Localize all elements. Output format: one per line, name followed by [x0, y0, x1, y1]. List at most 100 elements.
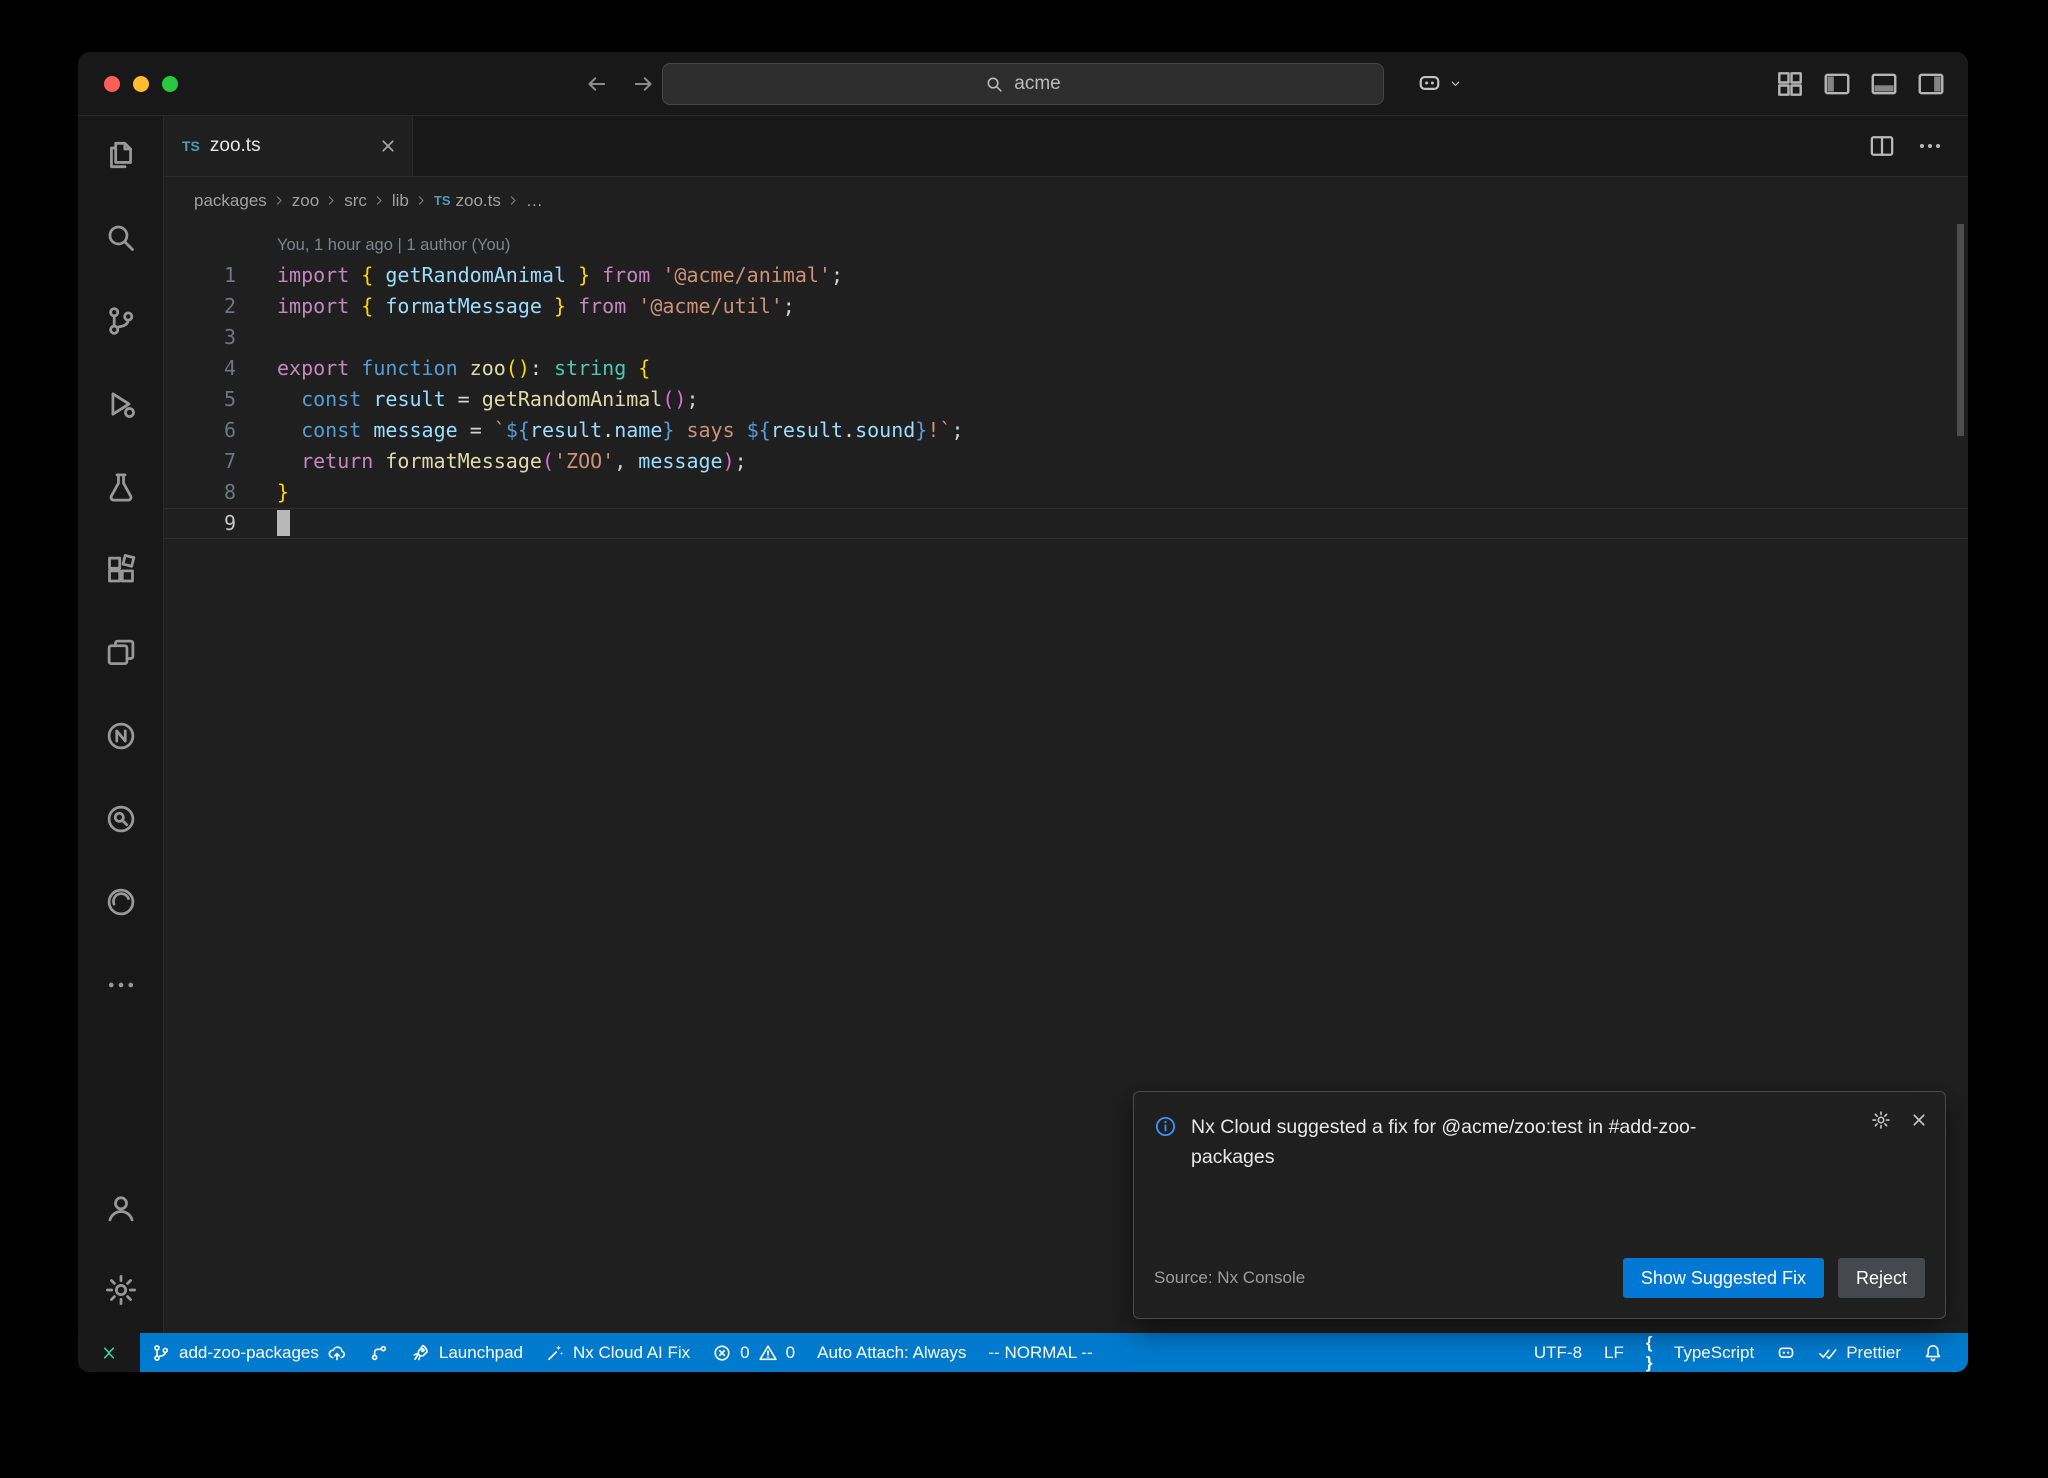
history-navigation: [583, 52, 657, 115]
status-problems[interactable]: 00: [701, 1333, 806, 1372]
remote-icon: [99, 1343, 119, 1363]
status-encoding[interactable]: UTF-8: [1523, 1333, 1593, 1372]
customize-layout-button[interactable]: [1775, 69, 1805, 99]
breadcrumb-packages[interactable]: packages: [192, 191, 269, 211]
line-number: 5: [164, 384, 236, 415]
code-text: [277, 508, 290, 539]
close-window-button[interactable]: [104, 76, 120, 92]
close-notification-icon[interactable]: [1909, 1110, 1929, 1130]
activity-extensions-icon[interactable]: [104, 553, 138, 587]
line-number: 4: [164, 353, 236, 384]
breadcrumb-label: …: [526, 191, 543, 211]
forward-button[interactable]: [631, 71, 657, 97]
activity-bar: [78, 116, 164, 1333]
split-editor-button[interactable]: [1868, 132, 1896, 160]
status-notifications[interactable]: [1912, 1333, 1954, 1372]
notification-toast: Nx Cloud suggested a fix for @acme/zoo:t…: [1133, 1091, 1946, 1319]
breadcrumb-zoo[interactable]: zoo: [290, 191, 321, 211]
code-line-9: 9: [164, 508, 1968, 539]
breadcrumb: packages zoo src lib TSzoo.ts …: [164, 177, 1968, 224]
breadcrumb-label: src: [344, 191, 367, 211]
status-language-mode[interactable]: { }TypeScript: [1635, 1333, 1765, 1372]
status-copilot[interactable]: [1765, 1333, 1807, 1372]
breadcrumb-separator-icon: [272, 193, 287, 208]
status-launchpad-label: Launchpad: [439, 1343, 523, 1363]
ai-fix-icon: [545, 1343, 565, 1363]
status-problems-label: 0: [740, 1343, 749, 1363]
breadcrumb-src[interactable]: src: [342, 191, 369, 211]
status-nx-cloud-ai-fix-label: Nx Cloud AI Fix: [573, 1343, 690, 1363]
activity-source-control-icon[interactable]: [104, 304, 138, 338]
line-number: 8: [164, 477, 236, 508]
cloud-upload-icon: [327, 1343, 347, 1363]
code-line-6: 6 const message = `${result.name} says $…: [164, 415, 1968, 446]
toggle-panel-button[interactable]: [1869, 69, 1899, 99]
status-vim-mode[interactable]: -- NORMAL --: [977, 1333, 1103, 1372]
command-center-search[interactable]: acme: [662, 63, 1384, 105]
status-launchpad[interactable]: Launchpad: [400, 1333, 534, 1372]
zoom-window-button[interactable]: [162, 76, 178, 92]
status-remote-indicator[interactable]: [78, 1333, 140, 1372]
chevron-down-icon: [1448, 76, 1463, 91]
notification-footer: Source: Nx Console Show Suggested Fix Re…: [1154, 1258, 1925, 1298]
breadcrumb-symbol-path[interactable]: …: [524, 191, 545, 211]
activity-nx-console-icon[interactable]: [104, 719, 138, 753]
show-suggested-fix-button[interactable]: Show Suggested Fix: [1623, 1258, 1824, 1298]
status-language-mode-label: TypeScript: [1674, 1343, 1754, 1363]
graph-icon: [369, 1343, 389, 1363]
status-nx-cloud-ai-fix[interactable]: Nx Cloud AI Fix: [534, 1333, 701, 1372]
more-actions-button[interactable]: [1916, 132, 1944, 160]
breadcrumb-zoo-ts[interactable]: TSzoo.ts: [432, 191, 503, 211]
activity-explorer-icon[interactable]: [104, 138, 138, 172]
activity-search-icon[interactable]: [104, 221, 138, 255]
status-eol-label: LF: [1604, 1343, 1624, 1363]
inline-blame-annotation: You, 1 hour ago | 1 author (You): [164, 230, 1968, 260]
editor-scrollbar[interactable]: [1957, 224, 1964, 436]
typescript-file-icon: TS: [182, 138, 200, 154]
minimize-window-button[interactable]: [133, 76, 149, 92]
line-number: 9: [164, 508, 236, 539]
notification-actions-top: [1871, 1110, 1929, 1130]
line-number: 3: [164, 322, 236, 353]
line-number: 2: [164, 291, 236, 322]
code-line-4: 4 export function zoo(): string {: [164, 353, 1968, 384]
tab-zoo-ts[interactable]: TS zoo.ts: [164, 116, 413, 176]
code-text: export function zoo(): string {: [277, 353, 650, 384]
activity-run-and-debug-icon[interactable]: [104, 387, 138, 421]
status-prettier[interactable]: Prettier: [1807, 1333, 1912, 1372]
notification-buttons: Show Suggested Fix Reject: [1623, 1258, 1925, 1298]
status-source-control-graph[interactable]: [358, 1333, 400, 1372]
rocket-icon: [411, 1343, 431, 1363]
layout-controls: [1775, 52, 1946, 115]
status-auto-attach[interactable]: Auto Attach: Always: [806, 1333, 977, 1372]
breadcrumb-separator-icon: [506, 193, 521, 208]
titlebar: acme: [78, 52, 1968, 116]
status-eol[interactable]: LF: [1593, 1333, 1635, 1372]
bell-icon: [1923, 1343, 1943, 1363]
close-tab-button[interactable]: [378, 136, 398, 156]
breadcrumb-separator-icon: [372, 193, 387, 208]
activity-search-circle-icon[interactable]: [104, 802, 138, 836]
activity-more-icon[interactable]: [104, 968, 138, 1002]
editor-actions: [1868, 116, 1968, 176]
activity-account-icon[interactable]: [104, 1191, 138, 1225]
vim-block-cursor: [277, 510, 290, 536]
back-button[interactable]: [583, 71, 609, 97]
status-git-branch[interactable]: add-zoo-packages: [140, 1333, 358, 1372]
tab-bar: TS zoo.ts: [164, 116, 1968, 177]
reject-button[interactable]: Reject: [1838, 1258, 1925, 1298]
toggle-primary-sidebar-button[interactable]: [1822, 69, 1852, 99]
window-controls: [104, 52, 178, 115]
code-text: return formatMessage('ZOO', message);: [277, 446, 747, 477]
git-branch-icon: [151, 1343, 171, 1363]
line-number: 6: [164, 415, 236, 446]
activity-testing-icon[interactable]: [104, 470, 138, 504]
toggle-secondary-sidebar-button[interactable]: [1916, 69, 1946, 99]
breadcrumb-lib[interactable]: lib: [390, 191, 411, 211]
status-prettier-label: Prettier: [1846, 1343, 1901, 1363]
notification-settings-icon[interactable]: [1871, 1110, 1891, 1130]
copilot-menu[interactable]: [1416, 52, 1463, 115]
activity-references-icon[interactable]: [104, 636, 138, 670]
activity-settings-icon[interactable]: [104, 1273, 138, 1307]
activity-edge-tools-icon[interactable]: [104, 885, 138, 919]
